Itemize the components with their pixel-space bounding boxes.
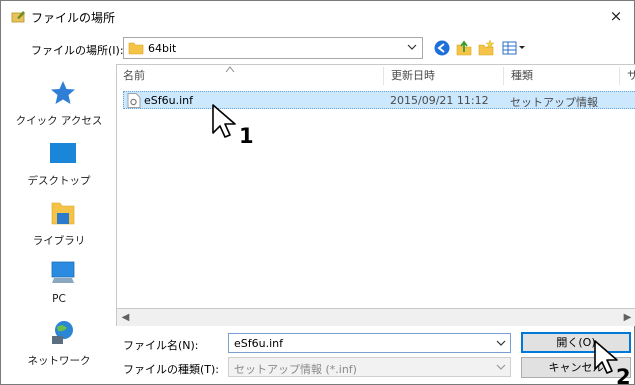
app-icon [11, 11, 25, 23]
filetype-value: セットアップ情報 (*.inf) [234, 363, 357, 376]
column-separator[interactable] [383, 67, 384, 85]
step-1-number: 1 [239, 124, 254, 148]
column-type-label: 種類 [511, 69, 533, 82]
places-bar: クイック アクセス デスクトップ ライブラリ PC ネットワーク [7, 65, 111, 380]
place-network[interactable]: ネットワーク [7, 313, 111, 373]
place-label: デスクトップ [27, 175, 91, 187]
chevron-down-icon[interactable] [496, 362, 506, 372]
place-pc[interactable]: PC [7, 253, 111, 313]
up-folder-icon[interactable] [455, 39, 473, 57]
place-label: ライブラリ [32, 235, 86, 247]
file-name: eSf6u.inf [144, 94, 193, 107]
filename-combobox[interactable]: eSf6u.inf [228, 333, 511, 353]
place-desktop[interactable]: デスクトップ [7, 133, 111, 193]
file-row[interactable]: eSf6u.inf 2015/09/21 11:12 セットアップ情報 [123, 91, 635, 109]
window-title: ファイルの場所 [31, 11, 116, 25]
column-modified-label: 更新日時 [391, 69, 435, 82]
scroll-right-icon[interactable]: ▶ [619, 309, 635, 326]
column-size-label: サ [627, 69, 635, 82]
quick-access-star-icon [51, 81, 75, 104]
column-separator[interactable] [503, 67, 504, 85]
close-icon[interactable]: × [598, 1, 634, 31]
chevron-down-icon[interactable] [407, 42, 417, 52]
title-bar: ファイルの場所 × [1, 1, 634, 31]
column-header-type[interactable]: 種類 [505, 65, 619, 87]
file-list[interactable]: 名前 更新日時 種類 サ eSf6u.inf 2015/09/21 11:12 … [116, 64, 635, 309]
place-label: PC [52, 293, 66, 305]
filetype-dropdown[interactable]: セットアップ情報 (*.inf) [228, 357, 511, 377]
file-modified: 2015/09/21 11:12 [390, 94, 489, 107]
cursor-annotation-1: 1 [212, 104, 254, 148]
location-label: ファイルの場所(I): [31, 44, 124, 57]
place-quick-access[interactable]: クイック アクセス [7, 73, 111, 133]
place-label: ネットワーク [27, 355, 91, 367]
pc-icon [51, 261, 75, 283]
file-open-dialog: ファイルの場所 × ファイルの場所(I): 64bit クイック アクセス デス… [0, 0, 635, 385]
place-label: クイック アクセス [15, 115, 103, 127]
column-separator[interactable] [619, 67, 620, 85]
filename-input[interactable]: eSf6u.inf [234, 337, 283, 350]
folder-icon [128, 42, 144, 55]
library-icon [51, 202, 75, 225]
desktop-icon [50, 143, 76, 163]
chevron-down-icon[interactable] [496, 338, 506, 348]
cursor-annotation-2: 2 [594, 340, 631, 385]
location-dropdown[interactable]: 64bit [123, 37, 423, 59]
step-2-number: 2 [616, 365, 631, 385]
filetype-label: ファイルの種類(T): [123, 363, 220, 376]
place-library[interactable]: ライブラリ [7, 193, 111, 253]
scroll-left-icon[interactable]: ◀ [117, 309, 134, 326]
network-icon [52, 321, 73, 344]
filename-label: ファイル名(N): [123, 339, 199, 352]
column-header-name[interactable]: 名前 [117, 65, 383, 87]
column-header-size[interactable]: サ [621, 65, 635, 87]
horizontal-scrollbar[interactable]: ◀ ▶ [116, 309, 635, 326]
column-name-label: 名前 [123, 69, 145, 82]
sort-ascending-icon [225, 66, 235, 73]
setup-info-file-icon [127, 93, 141, 108]
new-folder-icon[interactable] [477, 39, 495, 57]
file-type: セットアップ情報 [510, 96, 598, 109]
column-header-modified[interactable]: 更新日時 [385, 65, 503, 87]
back-icon[interactable] [433, 39, 451, 57]
location-value: 64bit [148, 42, 177, 55]
view-menu-icon[interactable] [501, 39, 527, 57]
